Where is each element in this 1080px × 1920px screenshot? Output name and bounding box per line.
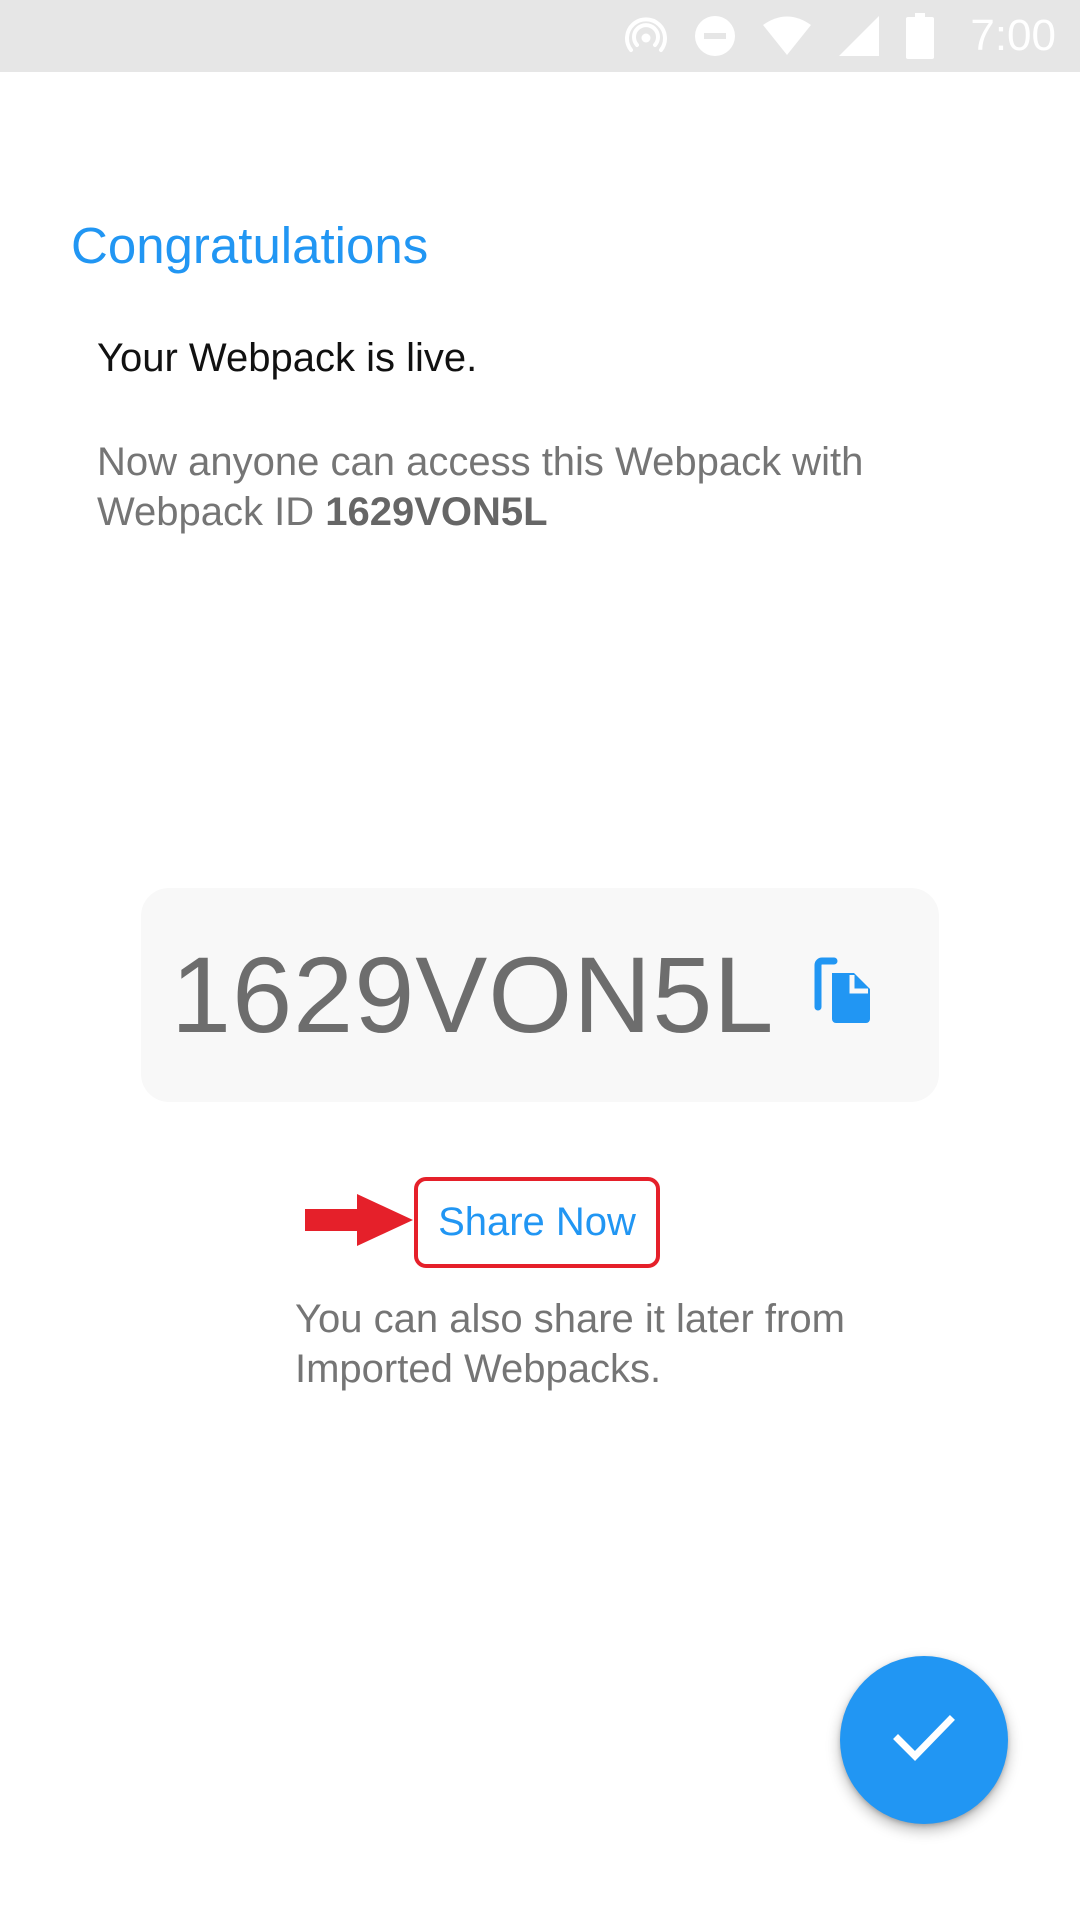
annotation-arrow-icon (305, 1194, 413, 1246)
cell-signal-icon (838, 15, 880, 57)
done-fab-button[interactable] (840, 1656, 1008, 1824)
status-time: 7:00 (970, 11, 1056, 60)
copy-id-button[interactable] (797, 946, 893, 1042)
copy-icon (814, 957, 876, 1032)
access-description: Now anyone can access this Webpack with … (97, 437, 957, 537)
status-bar: 7:00 (0, 0, 1080, 72)
webpack-id-display: 1629VON5L (171, 934, 775, 1055)
do-not-disturb-icon (694, 15, 736, 57)
hotspot-icon (624, 14, 668, 58)
page-title: Congratulations (71, 217, 429, 274)
status-icons: 7:00 (624, 0, 1056, 72)
live-message: Your Webpack is live. (97, 336, 478, 380)
check-icon (893, 1714, 955, 1767)
share-now-button[interactable]: Share Now (414, 1177, 660, 1268)
battery-icon (906, 13, 935, 59)
wifi-icon (762, 16, 812, 56)
webpack-id-inline: 1629VON5L (325, 490, 548, 534)
webpack-id-card: 1629VON5L (141, 888, 939, 1102)
share-later-hint: You can also share it later from Importe… (295, 1297, 845, 1391)
